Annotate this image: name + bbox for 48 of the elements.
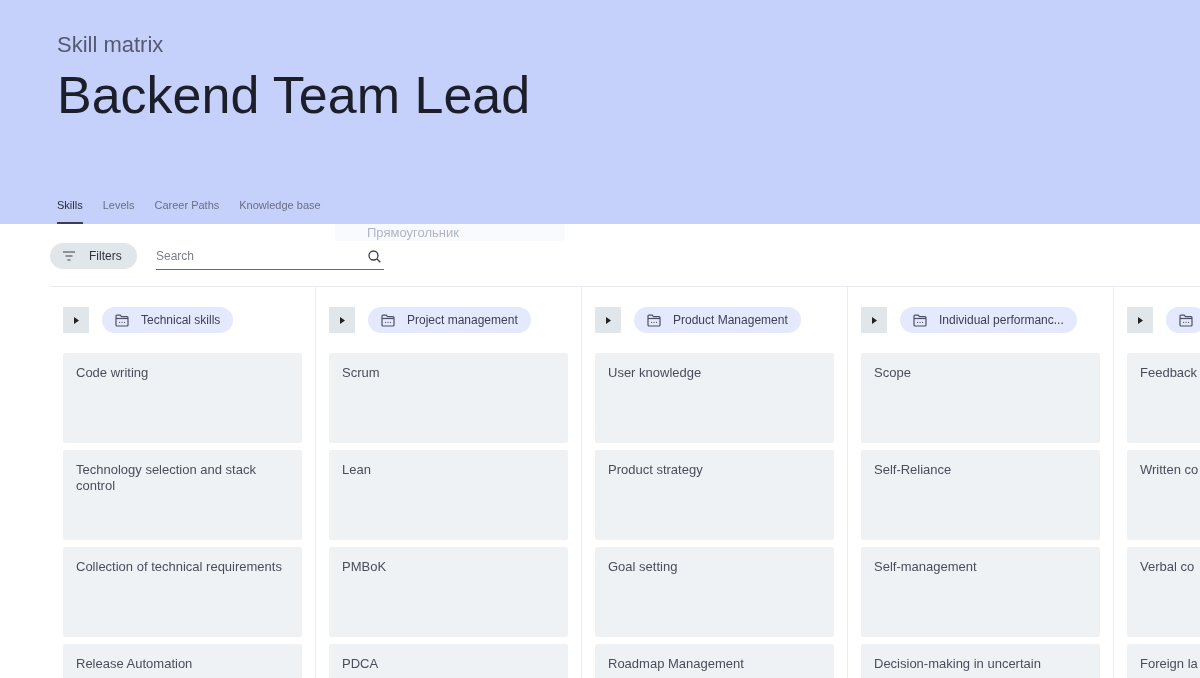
search-field[interactable]: Search (156, 242, 384, 270)
category-chip[interactable] (1166, 307, 1200, 333)
triangle-icon (73, 316, 79, 324)
skill-card[interactable]: Collection of technical requirements (63, 547, 302, 637)
triangle-icon (339, 316, 345, 324)
skill-card[interactable]: Verbal co (1127, 547, 1200, 637)
triangle-icon (605, 316, 611, 324)
skill-card[interactable]: PDCA (329, 644, 568, 678)
ghost-label: Прямоугольник (335, 224, 565, 241)
skill-card[interactable]: Feedback (1127, 353, 1200, 443)
triangle-icon (871, 316, 877, 324)
skill-card[interactable]: Foreign la (1127, 644, 1200, 678)
filter-icon (63, 251, 75, 261)
skill-card[interactable]: Release Automation (63, 644, 302, 678)
skill-card[interactable]: Lean (329, 450, 568, 540)
skill-card[interactable]: Decision-making in uncertain (861, 644, 1100, 678)
tab[interactable]: Skills (57, 196, 83, 224)
search-icon (368, 250, 381, 263)
skill-card[interactable]: Self-Reliance (861, 450, 1100, 540)
skill-card[interactable]: Written co (1127, 450, 1200, 540)
skill-card[interactable]: User knowledge (595, 353, 834, 443)
skill-card[interactable]: Product strategy (595, 450, 834, 540)
category-chip[interactable]: Product Management (634, 307, 801, 333)
filters-button[interactable]: Filters (50, 243, 137, 269)
skill-card[interactable]: Roadmap Management (595, 644, 834, 678)
folder-icon (647, 313, 661, 327)
page-subtitle: Skill matrix (57, 31, 165, 59)
expand-button[interactable] (63, 307, 89, 333)
expand-button[interactable] (595, 307, 621, 333)
category-chip[interactable]: Individual performanc... (900, 307, 1077, 333)
folder-icon (115, 313, 129, 327)
expand-button[interactable] (1127, 307, 1153, 333)
triangle-icon (1137, 316, 1143, 324)
skill-card[interactable]: Self-management (861, 547, 1100, 637)
skill-card[interactable]: Technology selection and stack control (63, 450, 302, 540)
folder-icon (1179, 313, 1193, 327)
category-chip[interactable]: Project management (368, 307, 531, 333)
skill-card[interactable]: Code writing (63, 353, 302, 443)
expand-button[interactable] (329, 307, 355, 333)
skill-card[interactable]: PMBoK (329, 547, 568, 637)
skill-card[interactable]: Scope (861, 353, 1100, 443)
folder-icon (381, 313, 395, 327)
page-title: Backend Team Lead (57, 65, 532, 125)
category-chip[interactable]: Technical skills (102, 307, 234, 333)
skill-card[interactable]: Scrum (329, 353, 568, 443)
folder-icon (913, 313, 927, 327)
skill-card[interactable]: Goal setting (595, 547, 834, 637)
expand-button[interactable] (861, 307, 887, 333)
